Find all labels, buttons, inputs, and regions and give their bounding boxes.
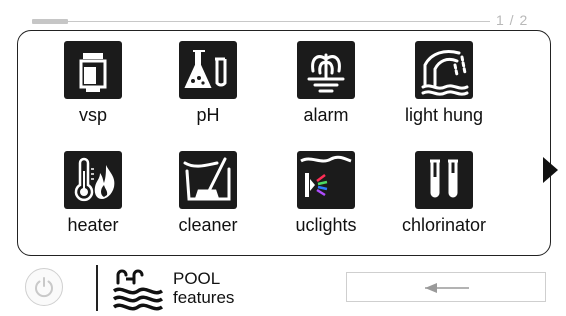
tile-vsp[interactable]: vsp [43, 41, 143, 126]
tile-label: chlorinator [401, 215, 487, 235]
thermometer-flame-icon [64, 151, 122, 209]
arrow-left-icon [425, 283, 469, 293]
power-icon [35, 277, 53, 298]
tile-cleaner[interactable]: cleaner [158, 151, 258, 236]
pool-cleaner-icon [179, 151, 237, 209]
power-button[interactable] [25, 268, 63, 306]
tile-light-hung[interactable]: light hung [394, 41, 494, 126]
tile-label: alarm [303, 105, 349, 125]
page-indicator: 1 / 2 [0, 0, 566, 30]
section-title-line2: features [173, 288, 235, 307]
tile-label: uclights [295, 215, 357, 235]
back-button[interactable] [346, 272, 546, 302]
tile-ph[interactable]: pH [158, 41, 258, 126]
features-panel: vsp pH alarm light hung heater cleaner u… [17, 30, 558, 256]
tile-uclights[interactable]: uclights [276, 151, 376, 236]
pump-icon [64, 41, 122, 99]
waterfall-icon [415, 41, 473, 99]
footer-divider [96, 265, 98, 311]
next-page-arrow-icon[interactable] [543, 157, 558, 183]
tile-label: cleaner [178, 215, 238, 235]
tile-label: pH [196, 105, 220, 125]
section-title: POOL features [173, 269, 234, 307]
section-title-line1: POOL [173, 269, 221, 288]
tile-label: heater [67, 215, 119, 235]
pool-ladder-waves-icon [112, 269, 164, 311]
tile-heater[interactable]: heater [43, 151, 143, 236]
page-indicator-track [32, 21, 490, 22]
tile-chlorinator[interactable]: chlorinator [394, 151, 494, 236]
tile-alarm[interactable]: alarm [276, 41, 376, 126]
test-tubes-icon [415, 151, 473, 209]
tile-label: vsp [78, 105, 107, 125]
underwater-light-icon [297, 151, 355, 209]
page-indicator-thumb [32, 19, 68, 24]
fountain-icon [297, 41, 355, 99]
tile-label: light hung [404, 105, 484, 125]
chemistry-flasks-icon [179, 41, 237, 99]
page-number: 1 / 2 [496, 12, 529, 28]
